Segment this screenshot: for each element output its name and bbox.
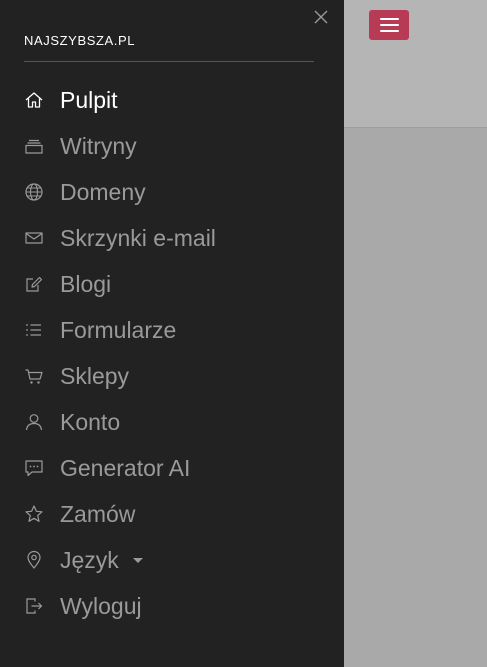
menu-item-witryny[interactable]: Witryny — [0, 123, 344, 169]
hamburger-line — [379, 30, 399, 32]
menu-item-label: Sklepy — [60, 362, 130, 389]
user-icon — [24, 412, 44, 432]
menu-item-zamow[interactable]: Zamów — [0, 491, 344, 537]
menu-item-sklepy[interactable]: Sklepy — [0, 353, 344, 399]
hamburger-menu-button[interactable] — [369, 10, 409, 40]
menu-item-label: Skrzynki e-mail — [60, 224, 216, 251]
star-icon — [24, 504, 44, 524]
menu-item-label: Zamów — [60, 500, 136, 527]
menu-item-label: Pulpit — [60, 86, 118, 113]
menu-item-label: Konto — [60, 408, 121, 435]
envelope-icon — [24, 228, 44, 248]
top-bar — [344, 0, 487, 128]
page: NAJSZYBSZA.PL Pulpit Witryny Domeny Skrz… — [0, 0, 487, 667]
menu-item-blogi[interactable]: Blogi — [0, 261, 344, 307]
menu-item-jezyk[interactable]: Język — [0, 537, 344, 583]
menu-item-label: Generator AI — [60, 454, 191, 481]
layers-icon — [24, 136, 44, 156]
chat-icon — [24, 458, 44, 478]
globe-icon — [24, 182, 44, 202]
menu-item-label: Blogi — [60, 270, 112, 297]
menu-item-pulpit[interactable]: Pulpit — [0, 77, 344, 123]
hamburger-line — [379, 18, 399, 20]
location-pin-icon — [24, 550, 44, 570]
menu-item-formularze[interactable]: Formularze — [0, 307, 344, 353]
close-icon[interactable] — [312, 8, 330, 26]
menu-item-skrzynki-e-mail[interactable]: Skrzynki e-mail — [0, 215, 344, 261]
menu-item-label: Wyloguj — [60, 592, 142, 619]
menu-item-label: Język — [60, 546, 119, 573]
hamburger-line — [379, 24, 399, 26]
menu-item-konto[interactable]: Konto — [0, 399, 344, 445]
list-icon — [24, 320, 44, 340]
nav-menu: Pulpit Witryny Domeny Skrzynki e-mail Bl… — [0, 77, 344, 629]
brand-title[interactable]: NAJSZYBSZA.PL — [24, 33, 135, 48]
logout-icon — [24, 596, 44, 616]
home-icon — [24, 90, 44, 110]
cart-icon — [24, 366, 44, 386]
menu-item-generator-ai[interactable]: Generator AI — [0, 445, 344, 491]
caret-down-icon[interactable] — [132, 557, 143, 563]
edit-icon — [24, 274, 44, 294]
menu-item-wyloguj[interactable]: Wyloguj — [0, 583, 344, 629]
side-drawer: NAJSZYBSZA.PL Pulpit Witryny Domeny Skrz… — [0, 0, 344, 667]
menu-item-label: Domeny — [60, 178, 146, 205]
menu-item-label: Witryny — [60, 132, 137, 159]
divider — [24, 61, 314, 62]
menu-item-domeny[interactable]: Domeny — [0, 169, 344, 215]
menu-item-label: Formularze — [60, 316, 177, 343]
